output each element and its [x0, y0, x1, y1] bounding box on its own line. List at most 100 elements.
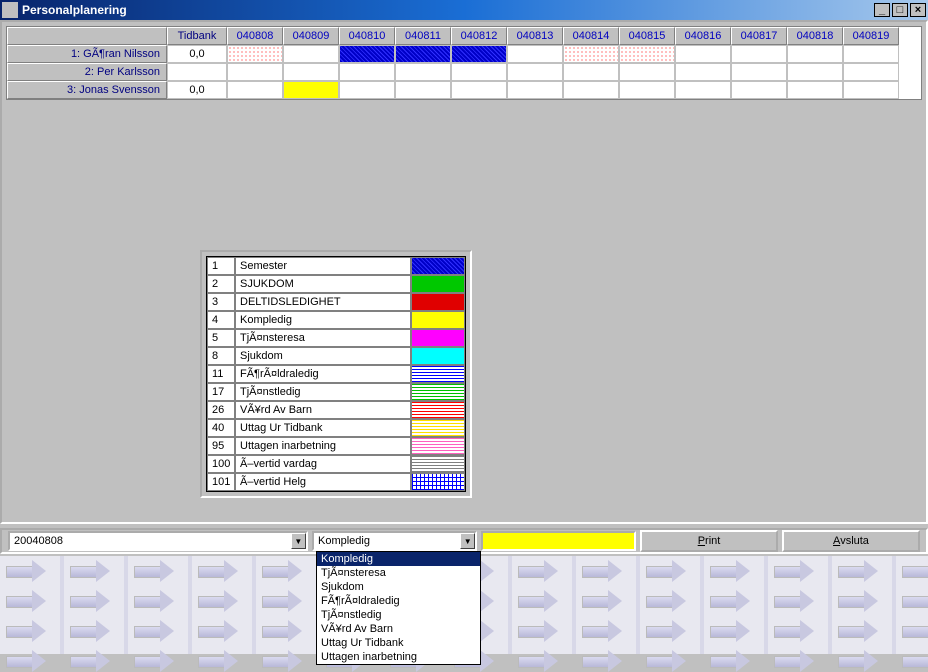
employee-name[interactable]: 3: Jonas Svensson	[7, 81, 167, 99]
schedule-cell[interactable]	[283, 63, 339, 81]
legend-num: 95	[207, 437, 235, 455]
arrow-icon	[710, 590, 750, 612]
close-app-button[interactable]: Avsluta	[782, 530, 920, 552]
schedule-cell[interactable]	[619, 63, 675, 81]
schedule-cell[interactable]	[451, 63, 507, 81]
schedule-cell[interactable]	[843, 81, 899, 99]
schedule-cell[interactable]	[563, 81, 619, 99]
dropdown-item[interactable]: Uttag Ur Tidbank	[317, 636, 480, 650]
schedule-cell[interactable]	[395, 63, 451, 81]
dropdown-item[interactable]: Uttagen inarbetning	[317, 650, 480, 664]
schedule-cell[interactable]	[283, 45, 339, 63]
schedule-cell[interactable]	[227, 45, 283, 63]
legend-num: 1	[207, 257, 235, 275]
schedule-cell[interactable]	[843, 63, 899, 81]
header-date[interactable]: 040819	[843, 27, 899, 45]
arrow-icon	[70, 590, 110, 612]
schedule-cell[interactable]	[619, 81, 675, 99]
arrow-icon	[774, 620, 814, 642]
legend-swatch	[411, 311, 465, 329]
arrow-icon	[582, 590, 622, 612]
legend-swatch	[411, 383, 465, 401]
schedule-cell[interactable]	[339, 63, 395, 81]
chevron-down-icon[interactable]: ▼	[460, 533, 475, 549]
close-button[interactable]: ×	[910, 3, 926, 17]
schedule-cell[interactable]	[563, 63, 619, 81]
legend-swatch	[411, 293, 465, 311]
schedule-cell[interactable]	[507, 63, 563, 81]
employee-name[interactable]: 1: GÃ¶ran Nilsson	[7, 45, 167, 63]
schedule-cell[interactable]	[619, 45, 675, 63]
header-date[interactable]: 040818	[787, 27, 843, 45]
tidbank-value: 0,0	[167, 81, 227, 99]
minimize-button[interactable]: _	[874, 3, 890, 17]
header-date[interactable]: 040811	[395, 27, 451, 45]
type-combo[interactable]: ▼	[312, 531, 477, 551]
dropdown-item[interactable]: VÃ¥rd Av Barn	[317, 622, 480, 636]
schedule-cell[interactable]	[451, 45, 507, 63]
maximize-button[interactable]: □	[892, 3, 908, 17]
chevron-down-icon[interactable]: ▼	[291, 533, 306, 549]
dropdown-item[interactable]: TjÃ¤nstledig	[317, 608, 480, 622]
schedule-cell[interactable]	[227, 81, 283, 99]
schedule-cell[interactable]	[507, 45, 563, 63]
print-button[interactable]: Print	[640, 530, 778, 552]
schedule-cell[interactable]	[675, 63, 731, 81]
schedule-cell[interactable]	[395, 45, 451, 63]
schedule-cell[interactable]	[731, 81, 787, 99]
legend-row: 11FÃ¶rÃ¤ldraledig	[207, 365, 465, 383]
header-date[interactable]: 040817	[731, 27, 787, 45]
header-date[interactable]: 040813	[507, 27, 563, 45]
header-date[interactable]: 040809	[283, 27, 339, 45]
schedule-cell[interactable]	[283, 81, 339, 99]
schedule-cell[interactable]	[563, 45, 619, 63]
header-date[interactable]: 040816	[675, 27, 731, 45]
dropdown-item[interactable]: TjÃ¤nsteresa	[317, 566, 480, 580]
arrow-icon	[198, 590, 238, 612]
schedule-cell[interactable]	[227, 63, 283, 81]
legend-swatch	[411, 437, 465, 455]
arrow-icon	[6, 560, 46, 582]
date-combo[interactable]: ▼	[8, 531, 308, 551]
arrow-icon	[902, 620, 928, 642]
header-date[interactable]: 040814	[563, 27, 619, 45]
header-date[interactable]: 040808	[227, 27, 283, 45]
header-tidbank[interactable]: Tidbank	[167, 27, 227, 45]
schedule-cell[interactable]	[507, 81, 563, 99]
schedule-cell[interactable]	[339, 81, 395, 99]
arrow-icon	[838, 590, 878, 612]
legend-swatch	[411, 419, 465, 437]
employee-name[interactable]: 2: Per Karlsson	[7, 63, 167, 81]
schedule-cell[interactable]	[339, 45, 395, 63]
schedule-cell[interactable]	[787, 45, 843, 63]
schedule-cell[interactable]	[395, 81, 451, 99]
schedule-cell[interactable]	[787, 81, 843, 99]
header-date[interactable]: 040815	[619, 27, 675, 45]
schedule-cell[interactable]	[787, 63, 843, 81]
schedule-cell[interactable]	[731, 45, 787, 63]
header-date[interactable]: 040812	[451, 27, 507, 45]
dropdown-item[interactable]: FÃ¶rÃ¤ldraledig	[317, 594, 480, 608]
schedule-grid: Tidbank 04080804080904081004081104081204…	[6, 26, 922, 100]
date-input[interactable]	[10, 533, 291, 549]
legend-row: 26VÃ¥rd Av Barn	[207, 401, 465, 419]
legend-label: TjÃ¤nsteresa	[235, 329, 411, 347]
arrow-icon	[774, 560, 814, 582]
legend-label: FÃ¶rÃ¤ldraledig	[235, 365, 411, 383]
header-date[interactable]: 040810	[339, 27, 395, 45]
schedule-cell[interactable]	[843, 45, 899, 63]
legend-num: 17	[207, 383, 235, 401]
arrow-icon	[646, 620, 686, 642]
table-row: 3: Jonas Svensson0,0	[7, 81, 921, 99]
dropdown-item[interactable]: Kompledig	[317, 552, 480, 566]
legend-row: 1Semester	[207, 257, 465, 275]
schedule-cell[interactable]	[675, 81, 731, 99]
schedule-cell[interactable]	[731, 63, 787, 81]
arrow-icon	[262, 590, 302, 612]
schedule-cell[interactable]	[451, 81, 507, 99]
type-dropdown[interactable]: KompledigTjÃ¤nsteresaSjukdomFÃ¶rÃ¤ldrale…	[316, 551, 481, 665]
schedule-cell[interactable]	[675, 45, 731, 63]
dropdown-item[interactable]: Sjukdom	[317, 580, 480, 594]
legend-row: 2SJUKDOM	[207, 275, 465, 293]
type-input[interactable]	[314, 533, 460, 549]
